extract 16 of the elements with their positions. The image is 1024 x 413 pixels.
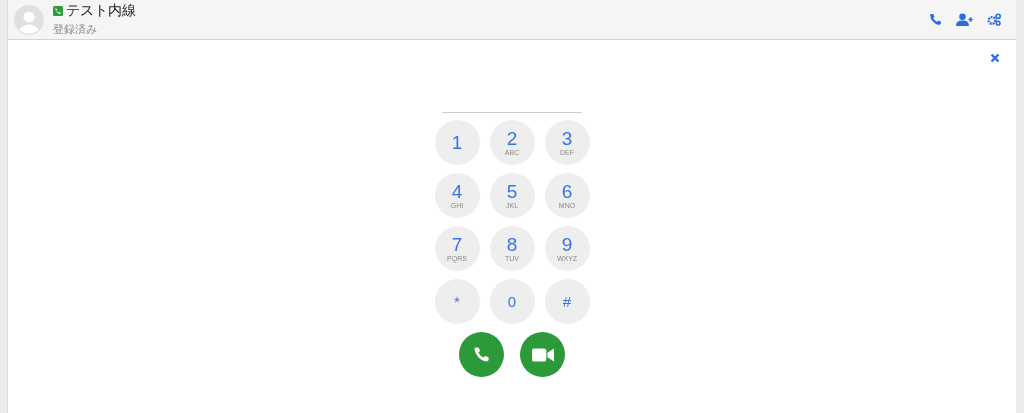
avatar-icon bbox=[14, 4, 44, 35]
contact-name: テスト内線 bbox=[66, 2, 136, 20]
dial-key[interactable]: * bbox=[434, 279, 480, 324]
dial-key[interactable]: 1 bbox=[434, 120, 480, 165]
phone-icon bbox=[53, 6, 63, 16]
close-icon[interactable] bbox=[990, 53, 1000, 63]
registration-status: 登録済み bbox=[53, 22, 98, 37]
phone-icon bbox=[473, 346, 490, 363]
gears-icon[interactable] bbox=[987, 13, 1002, 26]
video-call-button[interactable] bbox=[520, 332, 565, 377]
phone-icon[interactable] bbox=[928, 13, 942, 26]
video-camera-icon bbox=[531, 346, 554, 363]
dial-key[interactable]: 0 bbox=[489, 279, 535, 324]
dial-key[interactable]: # bbox=[544, 279, 590, 324]
add-user-icon[interactable] bbox=[955, 13, 974, 26]
voice-call-button[interactable] bbox=[459, 332, 504, 377]
